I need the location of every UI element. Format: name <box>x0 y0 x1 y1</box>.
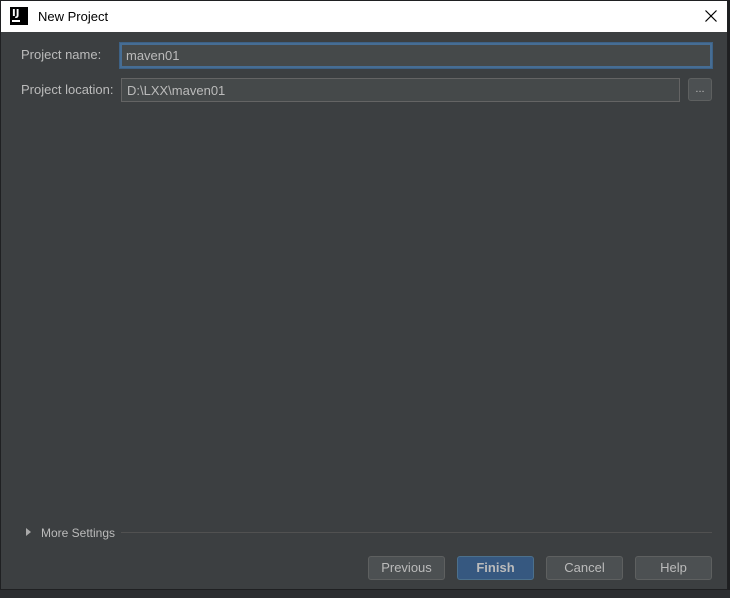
window-title: New Project <box>38 9 109 24</box>
close-button[interactable] <box>695 1 727 32</box>
more-settings-label: More Settings <box>41 526 116 540</box>
help-button[interactable]: Help <box>635 556 712 580</box>
close-icon <box>705 10 717 22</box>
previous-button[interactable]: Previous <box>368 556 445 580</box>
cancel-button[interactable]: Cancel <box>546 556 623 580</box>
more-settings-divider <box>121 532 712 533</box>
finish-button[interactable]: Finish <box>457 556 534 580</box>
background-window-bottom <box>0 590 730 598</box>
project-name-input[interactable] <box>120 43 712 68</box>
title-bar[interactable]: IJ New Project <box>1 1 727 32</box>
intellij-idea-icon: IJ <box>10 7 28 25</box>
project-name-label: Project name: <box>21 47 102 62</box>
project-location-label: Project location: <box>21 82 114 97</box>
new-project-dialog: IJ New Project Project name: Project loc… <box>0 0 728 590</box>
triangle-right-icon <box>26 528 31 536</box>
browse-location-button[interactable]: ... <box>688 78 712 101</box>
project-location-input[interactable] <box>121 78 680 102</box>
